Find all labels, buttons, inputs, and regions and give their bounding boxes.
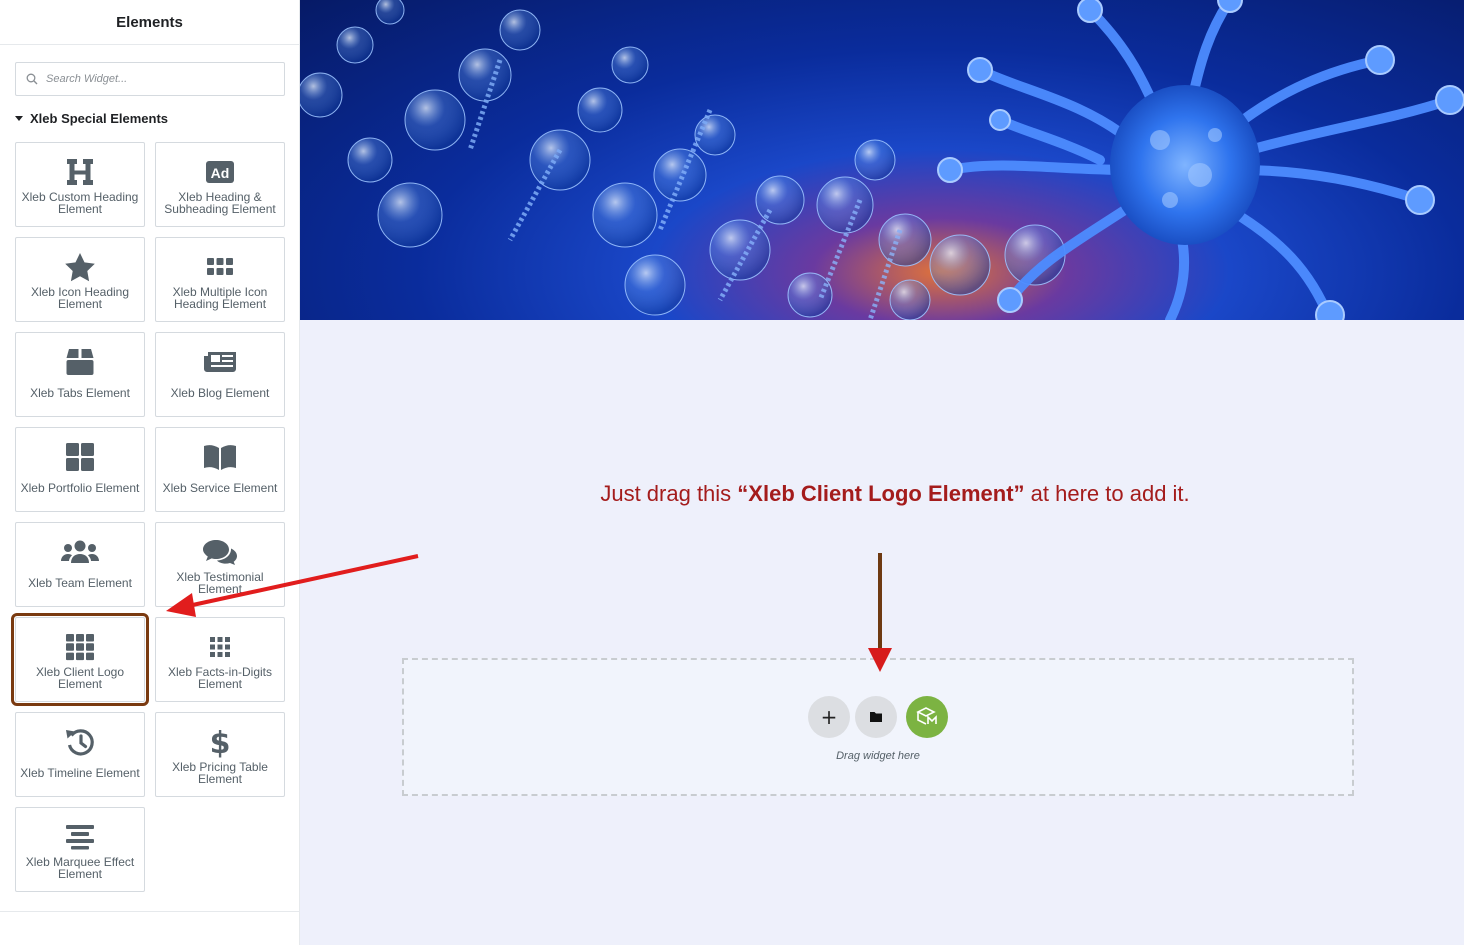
align-center-icon	[65, 822, 95, 852]
widget-facts-in-digits[interactable]: Xleb Facts-in-Digits Element	[155, 617, 285, 702]
widget-label: Xleb Heading & Subheading Element	[164, 190, 276, 216]
hero-virus-image	[300, 0, 1464, 320]
widget-label: Xleb Testimonial Element	[176, 570, 264, 596]
widget-drop-zone[interactable]: + Drag widget here	[402, 658, 1354, 796]
widget-label: Xleb Tabs Element	[30, 386, 130, 400]
panel-header: Elements	[0, 0, 299, 45]
search-icon	[26, 73, 38, 85]
ad-icon: Ad	[205, 157, 235, 187]
widget-multiple-icon-heading[interactable]: Xleb Multiple Icon Heading Element	[155, 237, 285, 322]
plus-icon: +	[820, 705, 838, 729]
widget-blog[interactable]: Xleb Blog Element	[155, 332, 285, 417]
elements-panel: Elements Xleb Special Elements Xleb Cust…	[0, 0, 300, 945]
widget-label: Xleb Multiple Icon Heading Element	[172, 285, 268, 311]
box-icon	[65, 347, 95, 377]
widget-label: Xleb Blog Element	[170, 386, 270, 400]
widget-testimonial[interactable]: Xleb Testimonial Element	[155, 522, 285, 607]
widget-label: Xleb Client Logo Element	[35, 665, 125, 691]
category-toggle[interactable]: Xleb Special Elements	[15, 111, 168, 126]
search-input[interactable]	[46, 73, 266, 85]
th-large-icon	[65, 632, 95, 662]
dollar-icon: $	[209, 726, 231, 758]
widget-heading-subheading[interactable]: Ad Xleb Heading & Subheading Element	[155, 142, 285, 227]
folder-icon	[870, 712, 882, 722]
widget-icon-heading[interactable]: Xleb Icon Heading Element	[15, 237, 145, 322]
widget-label: Xleb Marquee Effect Element	[25, 855, 135, 881]
users-icon	[61, 537, 99, 567]
comments-icon	[202, 537, 238, 567]
widget-service[interactable]: Xleb Service Element	[155, 427, 285, 512]
star-icon	[64, 252, 96, 282]
brand-logo-icon	[916, 707, 937, 725]
add-section-button[interactable]: +	[808, 696, 850, 738]
history-icon	[64, 727, 96, 757]
heading-icon	[66, 157, 94, 187]
search-box[interactable]	[15, 62, 285, 96]
widget-tabs[interactable]: Xleb Tabs Element	[15, 332, 145, 417]
grid-icon	[65, 442, 95, 472]
book-open-icon	[203, 442, 237, 472]
svg-text:$: $	[210, 726, 231, 758]
widget-label: Xleb Timeline Element	[20, 766, 140, 780]
widget-marquee-effect[interactable]: Xleb Marquee Effect Element	[15, 807, 145, 892]
widget-label: Xleb Portfolio Element	[20, 481, 140, 495]
caret-down-icon	[15, 116, 23, 121]
svg-text:Ad: Ad	[211, 165, 230, 181]
widget-label: Xleb Icon Heading Element	[30, 285, 130, 311]
panel-footer	[0, 911, 300, 912]
drop-hint: Drag widget here	[836, 750, 920, 762]
instruction-text: Just drag this “Xleb Client Logo Element…	[600, 481, 1190, 506]
widget-client-logo[interactable]: Xleb Client Logo Element	[11, 613, 149, 706]
editor-canvas: Just drag this “Xleb Client Logo Element…	[300, 0, 1464, 945]
panel-title: Elements	[116, 13, 183, 31]
category-label: Xleb Special Elements	[30, 111, 169, 126]
newspaper-icon	[203, 347, 237, 377]
th-icon	[206, 252, 234, 282]
instruction-highlight: “Xleb Client Logo Element”	[737, 481, 1025, 506]
widget-label: Xleb Custom Heading Element	[21, 190, 139, 216]
widget-custom-heading[interactable]: Xleb Custom Heading Element	[15, 142, 145, 227]
widget-label: Xleb Facts-in-Digits Element	[167, 665, 273, 691]
widget-label: Xleb Service Element	[162, 481, 278, 495]
widget-team[interactable]: Xleb Team Element	[15, 522, 145, 607]
widget-grid: Xleb Custom Heading Element Ad Xleb Head…	[11, 142, 285, 892]
add-template-button[interactable]	[855, 696, 897, 738]
brand-template-button[interactable]	[906, 696, 948, 738]
widget-pricing-table[interactable]: $ Xleb Pricing Table Element	[155, 712, 285, 797]
widget-label: Xleb Pricing Table Element	[172, 760, 268, 786]
widget-label: Xleb Team Element	[28, 576, 132, 590]
dots-grid-icon	[209, 632, 231, 662]
widget-portfolio[interactable]: Xleb Portfolio Element	[15, 427, 145, 512]
widget-timeline[interactable]: Xleb Timeline Element	[15, 712, 145, 797]
